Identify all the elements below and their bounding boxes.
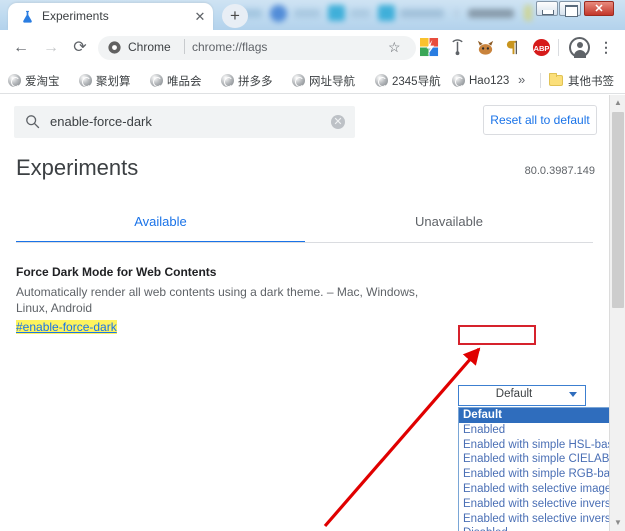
browser-tab-experiments[interactable]: Experiments ✕: [8, 3, 213, 30]
search-icon: [26, 115, 40, 129]
select-option[interactable]: Default: [459, 408, 609, 423]
select-option[interactable]: Enabled with simple HSL-based inversion: [459, 438, 609, 453]
folder-icon: [549, 73, 563, 86]
title-bar: Experiments ✕ + ✕: [0, 0, 625, 30]
bookmark-star-icon[interactable]: ☆: [388, 39, 401, 56]
flags-tabs: Available Unavailable: [16, 203, 593, 243]
pilcrow-extension-icon[interactable]: [504, 38, 523, 57]
bookmark-label: 唯品会: [167, 75, 202, 88]
select-option[interactable]: Enabled: [459, 423, 609, 438]
reset-all-to-default-button[interactable]: Reset all to default: [483, 105, 597, 135]
chrome-logo-icon: [108, 41, 121, 54]
omnibox-separator: [184, 39, 185, 54]
globe-icon: [221, 74, 234, 87]
page-scrollbar[interactable]: ▲ ▼: [609, 95, 625, 531]
globe-icon: [8, 74, 21, 87]
bookmark-label: 拼多多: [238, 75, 273, 88]
browser-toolbar: ← → ⟳ Chrome chrome://flags ☆ ABP ⋮: [0, 30, 625, 66]
window-minimize-button[interactable]: [536, 1, 558, 16]
profile-avatar-button[interactable]: [569, 37, 590, 58]
select-option[interactable]: Enabled with simple RGB-based inversion: [459, 467, 609, 482]
obscured-desktop-area: [232, 0, 532, 28]
colorful-extension-icon[interactable]: [420, 38, 439, 57]
globe-icon: [375, 74, 388, 87]
bookmark-label: Hao123: [469, 74, 510, 87]
window-maximize-button[interactable]: [559, 1, 581, 17]
search-value: enable-force-dark: [50, 114, 152, 129]
scroll-up-icon[interactable]: ▲: [610, 95, 625, 111]
omnibox-url: chrome://flags: [192, 40, 268, 54]
bookmark-item[interactable]: 爱淘宝: [8, 71, 60, 90]
tab-unavailable[interactable]: Unavailable: [305, 203, 593, 243]
clear-search-icon[interactable]: ✕: [331, 115, 345, 129]
globe-icon: [292, 74, 305, 87]
search-row: enable-force-dark ✕ Reset all to default: [0, 100, 609, 148]
bookmark-item[interactable]: 拼多多: [221, 71, 273, 90]
bookmarks-bar: 爱淘宝 聚划算 唯品会 拼多多 网址导航 2345导航 Hao123 » 其他书…: [0, 66, 625, 94]
bookmark-label: 网址导航: [309, 75, 355, 88]
toolbar-divider: [558, 39, 559, 56]
select-option[interactable]: Enabled with selective image inversion: [459, 482, 609, 497]
search-input[interactable]: enable-force-dark ✕: [14, 106, 355, 138]
new-tab-button[interactable]: +: [222, 4, 248, 28]
flag-select-force-dark[interactable]: Default: [458, 385, 586, 406]
omnibox-origin: Chrome: [128, 40, 171, 54]
select-option[interactable]: Enabled with selective inversion of non-…: [459, 497, 609, 512]
other-bookmarks-label: 其他书签: [568, 75, 614, 88]
page-title: Experiments: [16, 155, 139, 180]
bookmark-label: 爱淘宝: [25, 75, 60, 88]
adblock-plus-icon[interactable]: ABP: [532, 38, 551, 57]
svg-text:ABP: ABP: [533, 44, 549, 53]
select-options-list[interactable]: Default Enabled Enabled with simple HSL-…: [458, 407, 609, 531]
forward-icon: →: [43, 39, 59, 56]
animal-extension-icon[interactable]: [476, 38, 495, 57]
bookmarks-overflow-icon[interactable]: »: [518, 72, 525, 87]
browser-window: Experiments ✕ + ✕ ← → ⟳ Chrome chrome://…: [0, 0, 625, 531]
address-bar[interactable]: Chrome chrome://flags: [98, 36, 416, 60]
flask-icon: [23, 10, 32, 23]
flag-title: Force Dark Mode for Web Contents: [16, 265, 217, 279]
bookmark-item[interactable]: 聚划算: [79, 71, 131, 90]
window-close-button[interactable]: ✕: [584, 1, 614, 16]
scroll-down-icon[interactable]: ▼: [610, 515, 625, 531]
bookmark-label: 聚划算: [96, 75, 131, 88]
select-current-value: Default: [495, 388, 533, 400]
browser-menu-icon[interactable]: ⋮: [599, 38, 613, 57]
bookmark-item[interactable]: 唯品会: [150, 71, 202, 90]
select-option[interactable]: Enabled with selective inversion of ever…: [459, 512, 609, 527]
tab-title: Experiments: [42, 9, 109, 23]
flag-description: Automatically render all web contents us…: [16, 285, 419, 315]
other-bookmarks-folder[interactable]: 其他书签: [549, 71, 614, 90]
tab-close-icon[interactable]: ✕: [193, 10, 207, 24]
flag-permalink[interactable]: #enable-force-dark: [16, 320, 117, 334]
select-option[interactable]: Disabled: [459, 526, 609, 531]
chevron-down-icon: [569, 392, 577, 397]
flag-entry-force-dark: Force Dark Mode for Web Contents Automat…: [16, 265, 456, 336]
bookmark-item[interactable]: 网址导航: [292, 71, 355, 90]
select-option[interactable]: Enabled with simple CIELAB-based inversi…: [459, 452, 609, 467]
tab-available[interactable]: Available: [16, 203, 305, 243]
chrome-version-label: 80.0.3987.149: [524, 165, 595, 177]
flags-page: enable-force-dark ✕ Reset all to default…: [0, 95, 609, 531]
reload-icon[interactable]: ⟳: [69, 37, 91, 59]
back-icon[interactable]: ←: [10, 37, 32, 59]
bookmarks-divider: [540, 73, 541, 88]
globe-icon: [150, 74, 163, 87]
globe-icon: [452, 74, 465, 87]
bookmark-label: 2345导航: [392, 75, 441, 88]
antenna-extension-icon[interactable]: [448, 38, 467, 57]
globe-icon: [79, 74, 92, 87]
bookmark-item[interactable]: 2345导航: [375, 71, 441, 90]
bookmark-item[interactable]: Hao123: [452, 71, 509, 90]
scrollbar-thumb[interactable]: [612, 112, 624, 308]
